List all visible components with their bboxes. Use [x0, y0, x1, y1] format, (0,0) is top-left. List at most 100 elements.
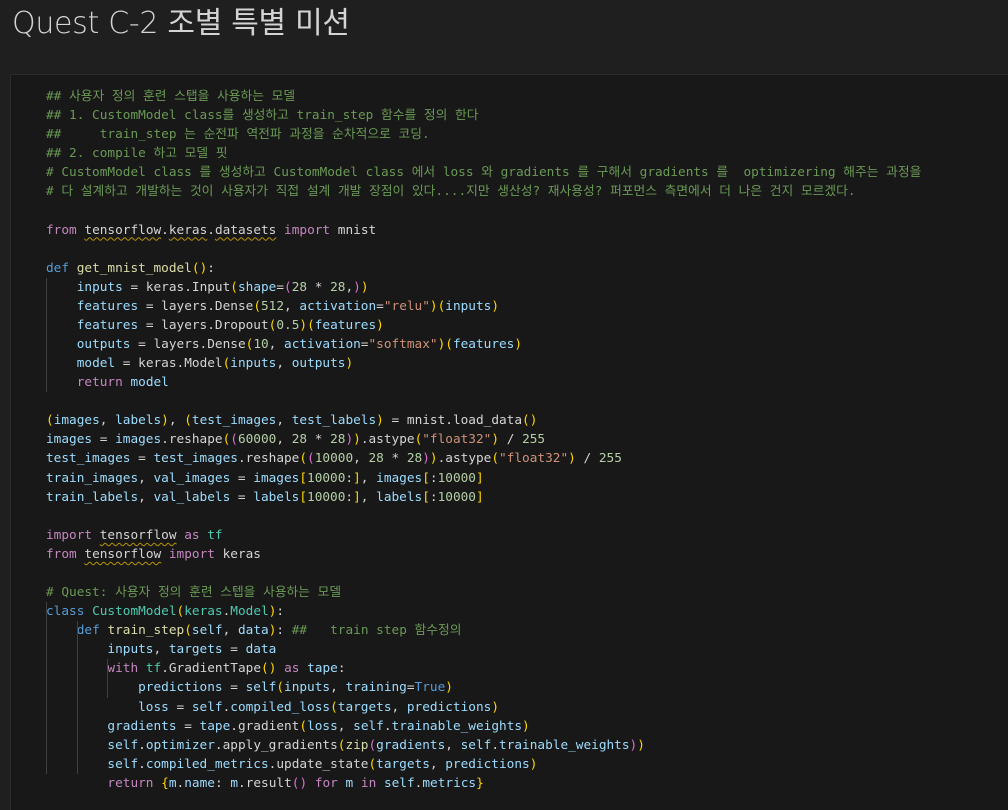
code-token: ] — [475, 489, 484, 505]
code-token: datasets — [214, 222, 277, 238]
code-token: . — [138, 756, 146, 772]
code-token: tf — [145, 661, 162, 677]
code-token: images — [376, 470, 423, 486]
code-token: = — [122, 279, 146, 295]
code-token: , — [276, 413, 292, 429]
code-token: images — [115, 432, 162, 448]
code-token: val_images — [153, 470, 231, 486]
code-token: compiled_loss — [230, 699, 331, 715]
code-token: = — [92, 432, 116, 448]
code-token: : — [337, 661, 346, 677]
code-token: , — [153, 642, 169, 658]
code-token: ) — [161, 413, 169, 429]
code-token: as — [184, 527, 200, 543]
code-token: : — [214, 775, 231, 791]
code-token: GradientTape — [168, 661, 261, 677]
code-token: ( — [230, 432, 238, 448]
code-token: . — [161, 222, 169, 238]
code-token: test_images — [46, 451, 131, 467]
code-token: features — [314, 317, 377, 333]
code-token: self — [191, 699, 223, 715]
code-token: images — [253, 470, 300, 486]
code-token: loss — [138, 699, 169, 715]
code-line: gradients = tape.gradient(loss, self.tra… — [46, 717, 921, 736]
code-token: layers — [161, 317, 208, 333]
code-line: predictions = self(inputs, training=True… — [46, 678, 921, 697]
code-token: train_labels — [46, 489, 139, 505]
code-token: outputs — [291, 356, 346, 372]
code-token: keras — [138, 356, 177, 372]
code-cell[interactable]: ## 사용자 정의 훈련 스탭을 사용하는 모델 ## 1. CustomMode… — [10, 74, 1008, 810]
code-token: ) — [299, 317, 308, 333]
code-token: from — [46, 546, 77, 562]
code-token: = — [138, 298, 162, 314]
code-line: self.optimizer.apply_gradients(zip(gradi… — [46, 736, 921, 755]
code-token: = — [222, 680, 246, 696]
code-token: inputs — [76, 279, 123, 295]
code-token: tensorflow — [99, 527, 177, 543]
code-token: compiled_metrics — [145, 756, 269, 772]
indent-guide — [46, 277, 47, 393]
code-token: ( — [253, 298, 261, 314]
code-token: = — [406, 680, 415, 696]
code-token: shape — [237, 279, 277, 295]
code-token: 10 — [253, 337, 269, 353]
code-token: ( — [276, 680, 285, 696]
code-token: tensorflow — [84, 546, 162, 562]
code-token: self — [245, 680, 277, 696]
code-token: ( — [184, 623, 192, 639]
code-line: features = layers.Dropout(0.5)(features) — [46, 316, 921, 335]
code-token: data — [245, 642, 277, 658]
code-line: with tf.GradientTape() as tape: — [46, 659, 921, 678]
code-token: ) — [345, 432, 354, 448]
indent-guide — [46, 602, 47, 774]
code-token: ( — [261, 661, 269, 677]
indent-guide — [76, 621, 78, 774]
code-token: ( — [284, 279, 292, 295]
code-token: . — [207, 317, 215, 333]
code-token: , — [353, 451, 369, 467]
code-token: 0.5 — [276, 317, 300, 333]
code-token: labels — [376, 489, 423, 505]
code-token: test_images — [153, 451, 238, 467]
code-token: import — [168, 546, 215, 562]
code-token: import — [284, 222, 331, 238]
code-line: return {m.name: m.result() for m in self… — [46, 774, 921, 793]
code-token: , — [222, 623, 238, 639]
code-token: targets — [168, 642, 223, 658]
code-token: predictions — [138, 680, 223, 696]
indent-guide — [107, 659, 109, 698]
code-token: = — [222, 642, 246, 658]
code-token: model — [76, 356, 116, 372]
code-line: # CustomModel class 를 생성하고 CustomModel c… — [46, 163, 921, 182]
code-token: ] — [353, 489, 361, 505]
code-token: features — [76, 298, 139, 314]
code-token: , — [168, 413, 185, 429]
code-token: 60000 — [237, 432, 277, 448]
code-token: Input — [191, 279, 231, 295]
code-token: : — [207, 260, 215, 276]
code-comment: ## train_step 는 순전파 역전파 과정을 순차적으로 코딩. — [46, 127, 430, 143]
code-token: , — [429, 756, 446, 772]
code-token: ) — [376, 413, 384, 429]
code-token: ( — [307, 451, 315, 467]
code-token: train_step — [107, 623, 185, 639]
code-token: ) — [514, 337, 523, 353]
code-editor[interactable]: ## 사용자 정의 훈련 스탭을 사용하는 모델 ## 1. CustomMode… — [46, 87, 921, 793]
code-token: training — [345, 680, 407, 696]
code-token: m — [230, 775, 238, 791]
code-token: ( — [491, 451, 500, 467]
code-token: features — [76, 317, 139, 333]
code-token: "float32" — [499, 451, 569, 467]
code-token: = mnist.load_data — [383, 413, 523, 429]
code-token: [ — [299, 489, 308, 505]
code-line: return model — [46, 373, 921, 392]
code-token: ) — [299, 775, 308, 791]
code-line: train_labels, val_labels = labels[10000:… — [46, 488, 921, 507]
